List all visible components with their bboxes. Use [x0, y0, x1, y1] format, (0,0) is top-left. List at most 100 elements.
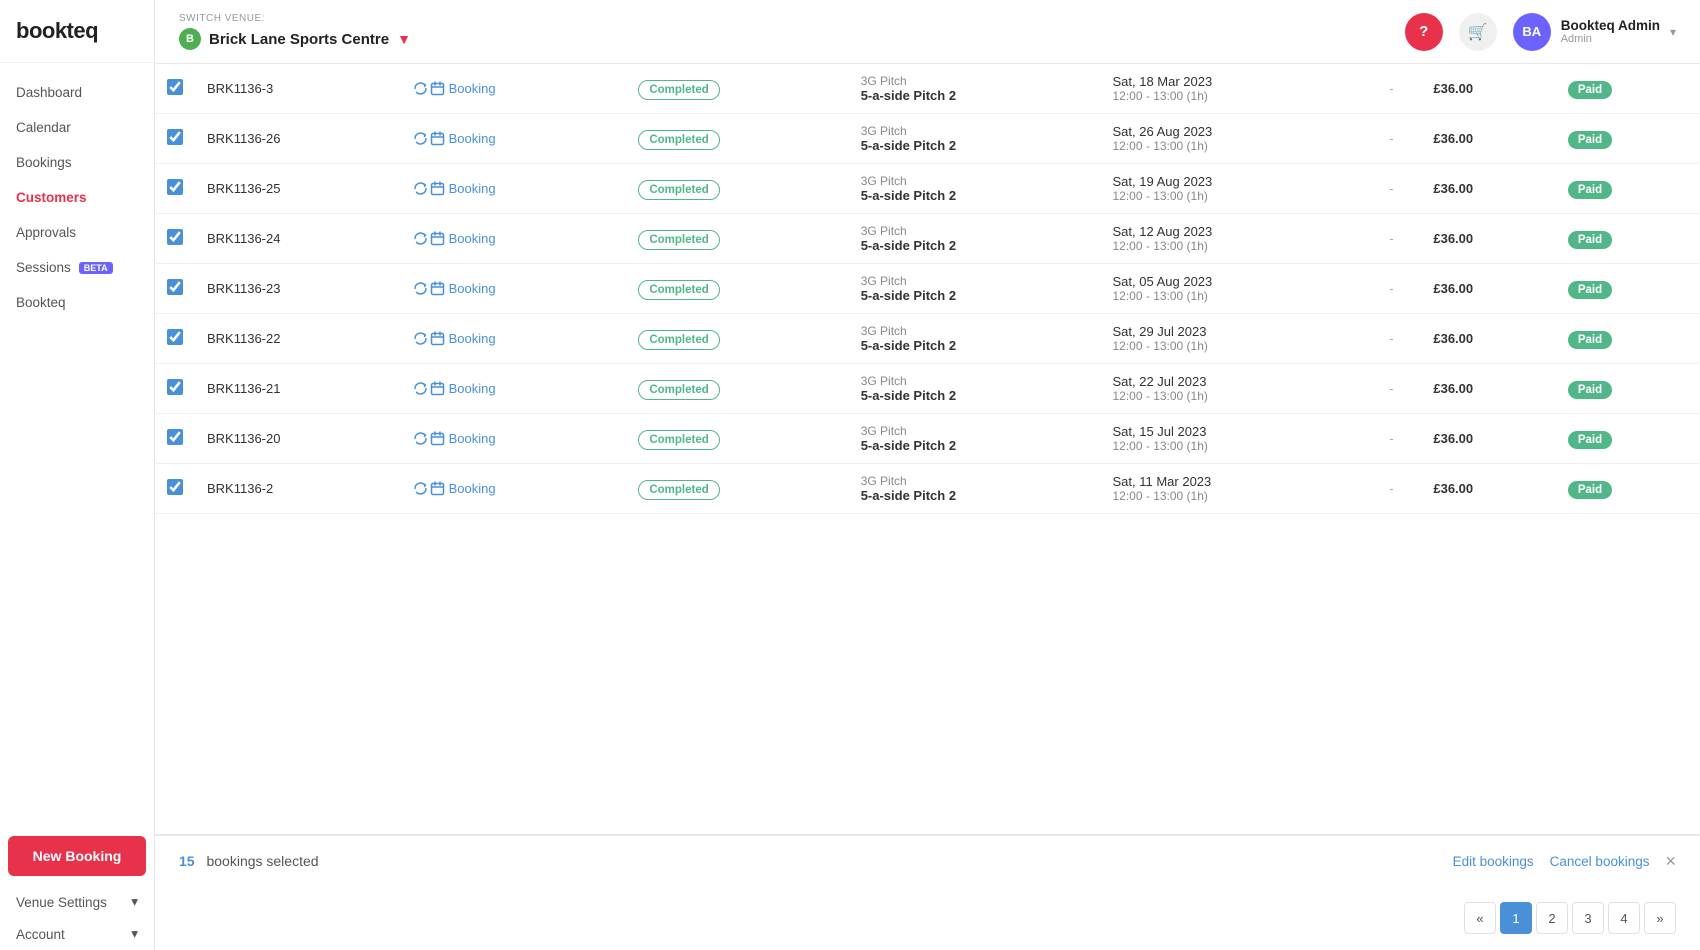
row-checkbox-cell: [155, 414, 195, 464]
row-checkbox[interactable]: [167, 179, 183, 195]
price-value: £36.00: [1433, 431, 1473, 446]
page-4-button[interactable]: 4: [1608, 902, 1640, 934]
payment-badge: Paid: [1568, 481, 1612, 499]
booking-id: BRK1136-22: [207, 331, 280, 346]
sidebar-item-calendar[interactable]: Calendar: [0, 110, 154, 145]
new-booking-button[interactable]: New Booking: [8, 836, 146, 876]
booking-type-link[interactable]: Booking: [413, 431, 615, 446]
payment-badge: Paid: [1568, 281, 1612, 299]
calendar-label: Calendar: [16, 120, 71, 135]
price-value: £36.00: [1433, 481, 1473, 496]
prev-page-button[interactable]: «: [1464, 902, 1496, 934]
booking-type-link[interactable]: Booking: [413, 481, 615, 496]
booking-type-cell: Booking: [401, 364, 627, 414]
dash-value: -: [1389, 481, 1393, 496]
refresh-icon: [413, 281, 428, 296]
booking-type-link[interactable]: Booking: [413, 381, 615, 396]
booking-id: BRK1136-20: [207, 431, 280, 446]
calendar-type-icon: [430, 131, 445, 146]
booking-type-link[interactable]: Booking: [413, 281, 615, 296]
facility-cell: 3G Pitch 5-a-side Pitch 2: [849, 114, 1101, 164]
close-selection-button[interactable]: ×: [1665, 851, 1676, 872]
booking-type-link[interactable]: Booking: [413, 81, 615, 96]
bottom-selection-bar: 15 bookings selected Edit bookings Cance…: [155, 834, 1700, 886]
sidebar: bookteq Dashboard Calendar Bookings Cust…: [0, 0, 155, 950]
row-checkbox[interactable]: [167, 379, 183, 395]
header: SWITCH VENUE: B Brick Lane Sports Centre…: [155, 0, 1700, 64]
datetime-cell: Sat, 12 Aug 2023 12:00 - 13:00 (1h): [1101, 214, 1362, 264]
status-cell: Completed: [626, 464, 848, 514]
row-checkbox[interactable]: [167, 329, 183, 345]
facility-cell: 3G Pitch 5-a-side Pitch 2: [849, 414, 1101, 464]
sidebar-section-account[interactable]: Account ▾: [0, 918, 154, 950]
price-value: £36.00: [1433, 331, 1473, 346]
row-checkbox[interactable]: [167, 129, 183, 145]
status-cell: Completed: [626, 164, 848, 214]
row-checkbox-cell: [155, 164, 195, 214]
help-button[interactable]: ?: [1405, 13, 1443, 51]
booking-time: 12:00 - 13:00 (1h): [1113, 189, 1350, 203]
sidebar-item-customers[interactable]: Customers: [0, 180, 154, 215]
booking-type-link[interactable]: Booking: [413, 131, 615, 146]
booking-id: BRK1136-21: [207, 381, 280, 396]
booking-id: BRK1136-26: [207, 131, 280, 146]
booking-type-link[interactable]: Booking: [413, 331, 615, 346]
row-checkbox[interactable]: [167, 229, 183, 245]
extra-cell: -: [1362, 464, 1422, 514]
next-page-button[interactable]: »: [1644, 902, 1676, 934]
row-checkbox[interactable]: [167, 79, 183, 95]
sidebar-item-bookteq[interactable]: Bookteq: [0, 285, 154, 320]
page-2-button[interactable]: 2: [1536, 902, 1568, 934]
sidebar-item-sessions[interactable]: Sessions BETA: [0, 250, 154, 285]
cancel-bookings-link[interactable]: Cancel bookings: [1550, 854, 1650, 869]
table-row: BRK1136-21 Booking: [155, 364, 1700, 414]
status-cell: Completed: [626, 64, 848, 114]
page-1-button[interactable]: 1: [1500, 902, 1532, 934]
facility-name: 5-a-side Pitch 2: [861, 88, 1089, 103]
booking-date: Sat, 19 Aug 2023: [1113, 174, 1350, 189]
booking-type-link[interactable]: Booking: [413, 231, 615, 246]
page-3-button[interactable]: 3: [1572, 902, 1604, 934]
facility-info: 3G Pitch 5-a-side Pitch 2: [861, 224, 1089, 253]
facility-cell: 3G Pitch 5-a-side Pitch 2: [849, 64, 1101, 114]
datetime-cell: Sat, 29 Jul 2023 12:00 - 13:00 (1h): [1101, 314, 1362, 364]
booking-time: 12:00 - 13:00 (1h): [1113, 339, 1350, 353]
venue-selector[interactable]: B Brick Lane Sports Centre ▼: [179, 28, 411, 50]
header-right: ? 🛒 BA Bookteq Admin Admin ▾: [1405, 13, 1676, 51]
user-info[interactable]: BA Bookteq Admin Admin ▾: [1513, 13, 1676, 51]
price-cell: £36.00: [1421, 164, 1556, 214]
calendar-type-icon: [430, 381, 445, 396]
sidebar-item-dashboard[interactable]: Dashboard: [0, 75, 154, 110]
booking-type-link[interactable]: Booking: [413, 181, 615, 196]
datetime-cell: Sat, 19 Aug 2023 12:00 - 13:00 (1h): [1101, 164, 1362, 214]
switch-venue-label: SWITCH VENUE:: [179, 13, 411, 24]
booking-id-cell: BRK1136-25: [195, 164, 401, 214]
user-details: Bookteq Admin Admin: [1561, 18, 1660, 45]
booking-type-icons: [413, 431, 445, 446]
refresh-icon: [413, 331, 428, 346]
facility-info: 3G Pitch 5-a-side Pitch 2: [861, 374, 1089, 403]
payment-cell: Paid: [1556, 114, 1700, 164]
facility-category: 3G Pitch: [861, 74, 1089, 88]
price-value: £36.00: [1433, 131, 1473, 146]
row-checkbox[interactable]: [167, 279, 183, 295]
edit-bookings-link[interactable]: Edit bookings: [1453, 854, 1534, 869]
row-checkbox[interactable]: [167, 429, 183, 445]
booking-type-cell: Booking: [401, 314, 627, 364]
sidebar-section-venue-settings[interactable]: Venue Settings ▾: [0, 886, 154, 918]
sidebar-item-bookings[interactable]: Bookings: [0, 145, 154, 180]
payment-cell: Paid: [1556, 414, 1700, 464]
dash-value: -: [1389, 131, 1393, 146]
next-arrow-icon: »: [1656, 911, 1663, 926]
booking-id: BRK1136-25: [207, 181, 280, 196]
payment-cell: Paid: [1556, 214, 1700, 264]
price-cell: £36.00: [1421, 214, 1556, 264]
status-badge: Completed: [638, 330, 719, 350]
facility-category: 3G Pitch: [861, 224, 1089, 238]
refresh-icon: [413, 131, 428, 146]
cart-button[interactable]: 🛒: [1459, 13, 1497, 51]
payment-badge: Paid: [1568, 331, 1612, 349]
price-value: £36.00: [1433, 231, 1473, 246]
sidebar-item-approvals[interactable]: Approvals: [0, 215, 154, 250]
row-checkbox[interactable]: [167, 479, 183, 495]
